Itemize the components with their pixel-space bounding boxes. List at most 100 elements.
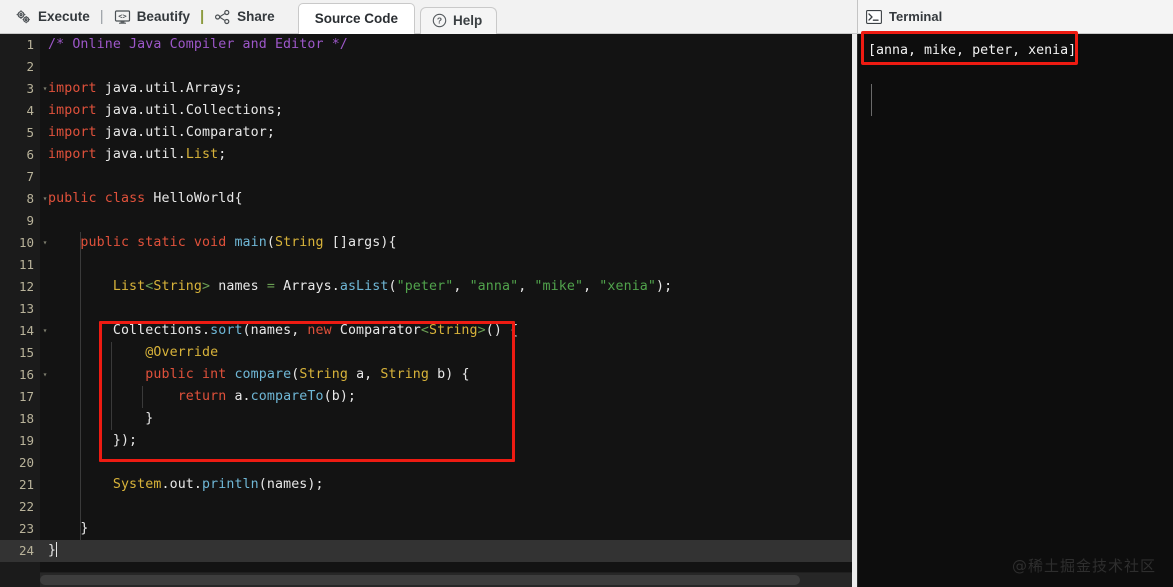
line-number: 15 bbox=[0, 342, 40, 364]
code-line-row[interactable]: 8 ▾ public class HelloWorld{ bbox=[0, 188, 852, 210]
svg-text:?: ? bbox=[437, 16, 442, 26]
terminal-prompt-icon bbox=[866, 9, 882, 24]
beautify-button[interactable]: <> Beautify bbox=[105, 0, 199, 33]
code-line-text: System.out.println(names); bbox=[40, 474, 852, 496]
online-java-compiler-app: Execute | <> Beautify | Share Source Cod… bbox=[0, 0, 1173, 587]
svg-text:<>: <> bbox=[118, 12, 126, 20]
code-line-row[interactable]: 10 ▾ public static void main(String []arg… bbox=[0, 232, 852, 254]
code-line-text bbox=[40, 166, 852, 188]
code-line-row[interactable]: 24} bbox=[0, 540, 852, 562]
code-line-text bbox=[40, 496, 852, 518]
line-number: 3 ▾ bbox=[0, 78, 47, 100]
code-line-row[interactable]: 16 ▾ public int compare(String a, String … bbox=[0, 364, 852, 386]
fold-toggle-icon[interactable]: ▾ bbox=[40, 232, 50, 254]
code-line-row[interactable]: 15 @Override bbox=[0, 342, 852, 364]
code-line-text: Collections.sort(names, new Comparator<S… bbox=[40, 320, 852, 342]
code-line-row[interactable]: 12 List<String> names = Arrays.asList("p… bbox=[0, 276, 852, 298]
line-number: 7 bbox=[0, 166, 40, 188]
monitor-code-icon: <> bbox=[114, 9, 131, 25]
code-line-text bbox=[40, 56, 852, 78]
code-line-row[interactable]: 11 bbox=[0, 254, 852, 276]
gears-icon bbox=[15, 9, 32, 25]
editor-scrollbar-thumb[interactable] bbox=[40, 575, 800, 585]
code-line-row[interactable]: 18 } bbox=[0, 408, 852, 430]
line-number: 17 bbox=[0, 386, 40, 408]
code-editor[interactable]: 1 /* Online Java Compiler and Editor */ 2 3… bbox=[0, 34, 852, 587]
share-nodes-icon bbox=[214, 9, 231, 25]
top-toolbar: Execute | <> Beautify | Share Source Cod… bbox=[0, 0, 1173, 34]
code-line-row[interactable]: 17 return a.compareTo(b); bbox=[0, 386, 852, 408]
line-number: 21 bbox=[0, 474, 40, 496]
code-line-text: public int compare(String a, String b) { bbox=[40, 364, 852, 386]
line-number: 5 bbox=[0, 122, 40, 144]
code-line-text: /* Online Java Compiler and Editor */ bbox=[48, 37, 348, 52]
execute-button[interactable]: Execute bbox=[6, 0, 99, 33]
terminal-output: [anna, mike, peter, xenia] bbox=[868, 43, 1077, 58]
code-line-text: import java.util.Arrays; bbox=[48, 81, 243, 96]
code-line-row[interactable]: 4 import java.util.Collections; bbox=[0, 100, 852, 122]
line-number: 4 bbox=[0, 100, 40, 122]
line-number: 19 bbox=[0, 430, 40, 452]
code-line-row[interactable]: 6 import java.util.List; bbox=[0, 144, 852, 166]
execute-label: Execute bbox=[38, 9, 90, 24]
line-number: 11 bbox=[0, 254, 40, 276]
terminal-header: Terminal bbox=[857, 0, 1173, 33]
line-number: 12 bbox=[0, 276, 40, 298]
panel-divider[interactable] bbox=[852, 34, 857, 587]
line-number: 8 ▾ bbox=[0, 188, 47, 210]
line-number: 9 bbox=[0, 210, 40, 232]
code-line-row[interactable]: 2 bbox=[0, 56, 852, 78]
code-line-text: List<String> names = Arrays.asList("pete… bbox=[40, 276, 852, 298]
code-line-text: }); bbox=[40, 430, 852, 452]
watermark: @稀土掘金技术社区 bbox=[1011, 557, 1156, 575]
code-line-text: public static void main(String []args){ bbox=[40, 232, 852, 254]
line-number: 16 ▾ bbox=[0, 364, 47, 386]
code-line-row[interactable]: 7 bbox=[0, 166, 852, 188]
code-line-text: } bbox=[40, 408, 852, 430]
line-number: 18 bbox=[0, 408, 40, 430]
code-line-text: import java.util.Collections; bbox=[48, 103, 284, 118]
code-line-row[interactable]: 1 /* Online Java Compiler and Editor */ bbox=[0, 34, 852, 56]
code-line-row[interactable]: 22 bbox=[0, 496, 852, 518]
tab-source-code-label: Source Code bbox=[314, 11, 398, 26]
line-number: 22 bbox=[0, 496, 40, 518]
code-line-text: import java.util.List; bbox=[48, 147, 227, 162]
editor-horizontal-scrollbar[interactable] bbox=[40, 572, 852, 587]
workspace: 1 /* Online Java Compiler and Editor */ 2 3… bbox=[0, 34, 1173, 587]
tab-source-code[interactable]: Source Code bbox=[297, 3, 415, 34]
code-line-row[interactable]: 23 } bbox=[0, 518, 852, 540]
line-number: 1 bbox=[0, 34, 40, 56]
help-label: Help bbox=[452, 13, 483, 28]
fold-toggle-icon[interactable]: ▾ bbox=[40, 320, 50, 342]
beautify-label: Beautify bbox=[136, 9, 190, 24]
code-lines[interactable]: 1 /* Online Java Compiler and Editor */ 2 3… bbox=[0, 34, 852, 587]
terminal-title: Terminal bbox=[889, 9, 943, 24]
code-line-text: return a.compareTo(b); bbox=[40, 386, 852, 408]
code-line-row[interactable]: 9 bbox=[0, 210, 852, 232]
line-number: 13 bbox=[0, 298, 40, 320]
code-line-row[interactable]: 14 ▾ Collections.sort(names, new Comparat… bbox=[0, 320, 852, 342]
code-line-text bbox=[40, 452, 852, 474]
terminal-panel[interactable]: [anna, mike, peter, xenia] @稀土掘金技术社区 bbox=[857, 34, 1173, 587]
code-line-row[interactable]: 3 ▾ import java.util.Arrays; bbox=[0, 78, 852, 100]
line-number: 14 ▾ bbox=[0, 320, 47, 342]
code-line-row[interactable]: 13 bbox=[0, 298, 852, 320]
fold-toggle-icon[interactable]: ▾ bbox=[40, 188, 50, 210]
fold-toggle-icon[interactable]: ▾ bbox=[40, 364, 50, 386]
toolbar-actions: Execute | <> Beautify | Share bbox=[0, 0, 284, 33]
line-number: 23 bbox=[0, 518, 40, 540]
fold-toggle-icon[interactable]: ▾ bbox=[40, 78, 50, 100]
code-line-row[interactable]: 21 System.out.println(names); bbox=[0, 474, 852, 496]
share-button[interactable]: Share bbox=[205, 0, 284, 33]
code-line-row[interactable]: 19 }); bbox=[0, 430, 852, 452]
code-line-row[interactable]: 5 import java.util.Comparator; bbox=[0, 122, 852, 144]
line-number: 24 bbox=[0, 540, 40, 562]
code-line-text: @Override bbox=[40, 342, 852, 364]
line-number: 20 bbox=[0, 452, 40, 474]
help-button[interactable]: ? Help bbox=[419, 7, 498, 34]
code-line-text: public class HelloWorld{ bbox=[48, 191, 243, 206]
code-line-text bbox=[40, 254, 852, 276]
editor-tabs: Source Code ? Help bbox=[297, 0, 498, 34]
code-line-text bbox=[40, 210, 852, 232]
code-line-row[interactable]: 20 bbox=[0, 452, 852, 474]
